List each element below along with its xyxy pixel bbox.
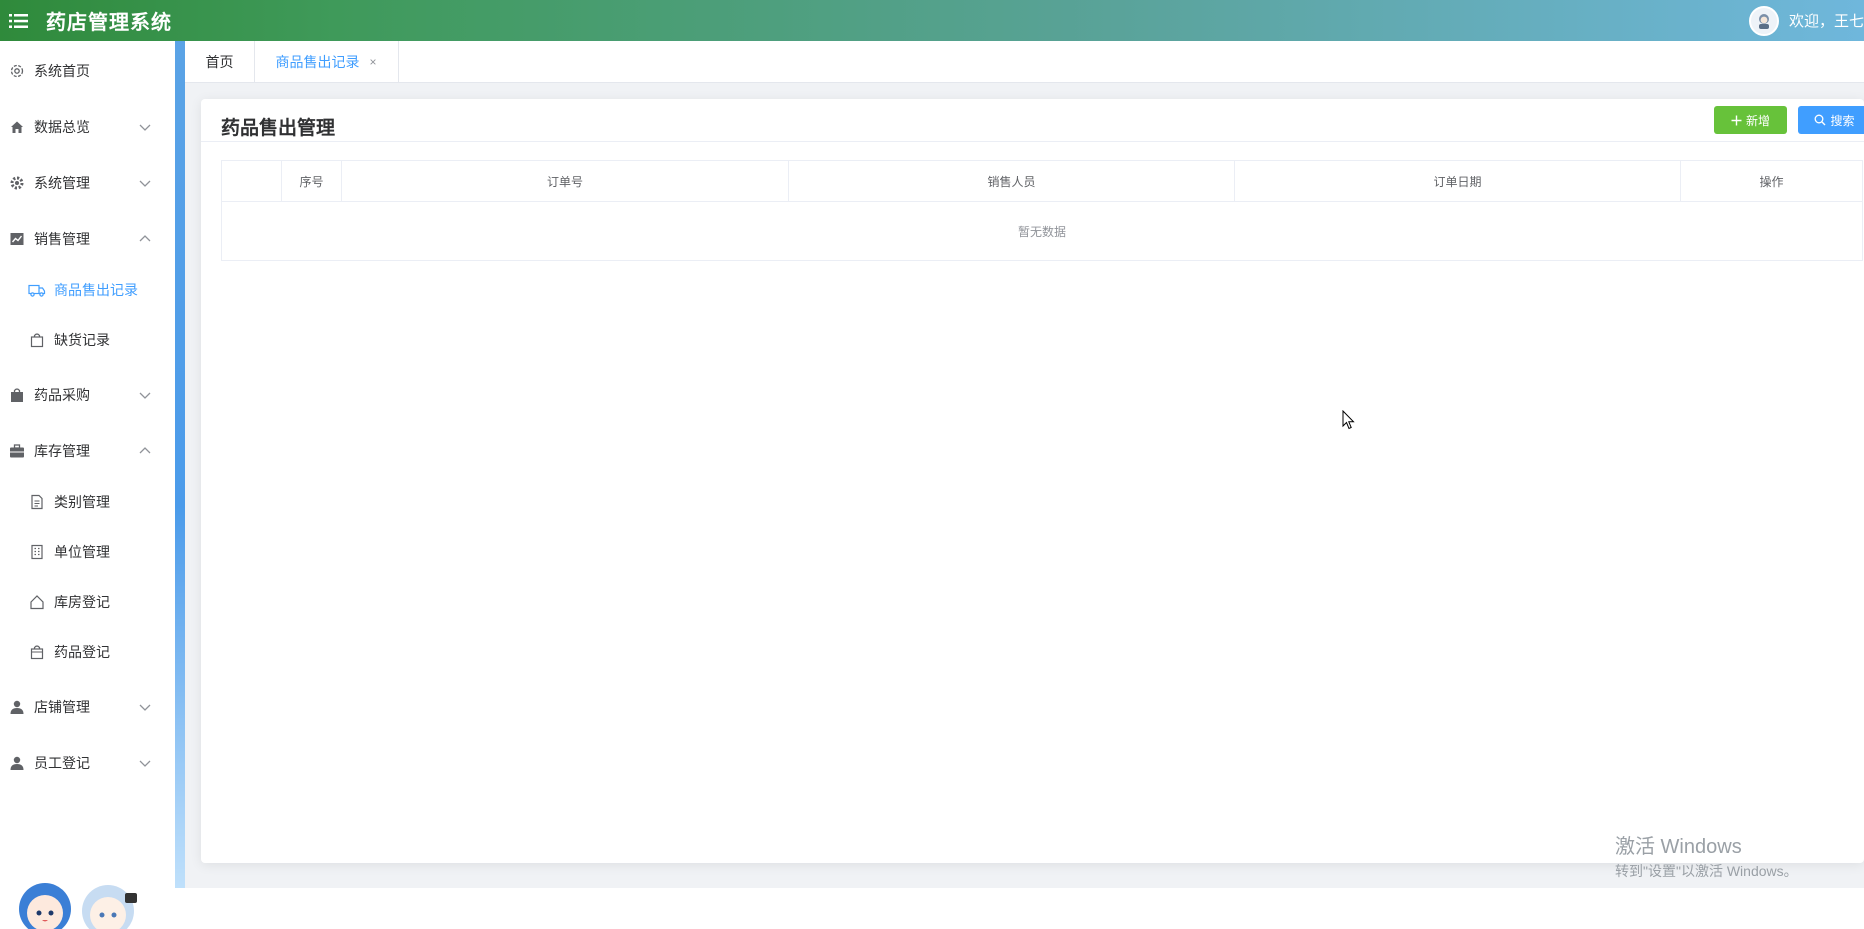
add-button-label: 新增	[1745, 113, 1770, 128]
tab-home-label: 首页	[205, 53, 234, 70]
sidebar-subitem-label: 药品登记	[54, 644, 110, 660]
search-button-label: 搜索	[1830, 113, 1855, 128]
chevron-down-icon	[139, 760, 151, 767]
tab-bar: 首页 商品售出记录 ×	[185, 41, 1864, 83]
user-area[interactable]: 欢迎，王七	[1748, 0, 1864, 41]
shopping-bag-icon	[28, 331, 46, 349]
add-button[interactable]: 新增	[1714, 106, 1787, 134]
sidebar-item-staff-registration[interactable]: 员工登记	[0, 743, 175, 783]
sidebar-subitem-drug-registration[interactable]: 药品登记	[0, 632, 175, 672]
sidebar-subitem-label: 缺货记录	[54, 332, 110, 348]
sidebar-item-label: 系统管理	[34, 175, 90, 191]
empty-state-text: 暂无数据	[1017, 224, 1066, 239]
sidebar-item-data-overview[interactable]: 数据总览	[0, 107, 175, 147]
sales-table: 序号 订单号 销售人员 订单日期 操作 暂无数据	[221, 160, 1863, 261]
sidebar-subitem-sales-records[interactable]: 商品售出记录	[0, 270, 175, 310]
sidebar-edge-strip	[175, 41, 185, 888]
house-icon	[28, 593, 46, 611]
watermark-line2: 转到"设置"以激活 Windows。	[1615, 863, 1798, 879]
building-icon	[28, 543, 46, 561]
chevron-up-icon	[139, 235, 151, 242]
gear-outline-icon	[8, 62, 26, 80]
user-icon	[8, 698, 26, 716]
column-header-salesperson: 销售人员	[789, 161, 1235, 201]
app-title: 药店管理系统	[46, 12, 172, 34]
sidebar-subitem-shortage-records[interactable]: 缺货记录	[0, 320, 175, 360]
truck-icon	[28, 281, 46, 299]
tab-sales-records-label: 商品售出记录	[275, 53, 360, 70]
column-header-index: 序号	[282, 161, 342, 201]
column-header-selection	[222, 161, 282, 201]
sidebar: 系统首页 数据总览 系统管理 销售管理 商品售出记录 缺货记录 药品采购 库存管…	[0, 41, 175, 929]
settings-icon	[8, 174, 26, 192]
welcome-text[interactable]: 欢迎，王七	[1789, 10, 1864, 31]
sidebar-item-label: 员工登记	[34, 755, 90, 771]
sidebar-subitem-label: 单位管理	[54, 544, 110, 560]
chevron-down-icon	[139, 124, 151, 131]
chevron-up-icon	[139, 447, 151, 454]
sidebar-item-label: 数据总览	[34, 119, 90, 135]
plus-icon	[1731, 115, 1742, 126]
bag-icon	[8, 386, 26, 404]
mouse-cursor-icon	[1342, 410, 1355, 430]
column-header-actions: 操作	[1759, 174, 1784, 189]
avatar[interactable]	[1748, 5, 1779, 36]
content-card: 药品售出管理 新增 搜索 序号 订单号 销售人员 订单日期 操作 暂无数据	[201, 99, 1864, 863]
menu-toggle-icon[interactable]	[2, 0, 36, 41]
document-icon	[28, 493, 46, 511]
tab-sales-records[interactable]: 商品售出记录 ×	[254, 41, 399, 82]
tab-home[interactable]: 首页	[185, 41, 255, 82]
sidebar-item-label: 销售管理	[34, 231, 90, 247]
chevron-down-icon	[139, 704, 151, 711]
sidebar-item-system-management[interactable]: 系统管理	[0, 163, 175, 203]
column-header-order-number: 订单号	[342, 161, 789, 201]
sidebar-item-label: 库存管理	[34, 443, 90, 459]
sidebar-item-inventory-management[interactable]: 库存管理	[0, 431, 175, 471]
page-title: 药品售出管理	[221, 118, 336, 139]
sidebar-subitem-warehouse-registration[interactable]: 库房登记	[0, 582, 175, 622]
sidebar-item-sales-management[interactable]: 销售管理	[0, 219, 175, 259]
top-header: 药店管理系统 欢迎，王七	[0, 0, 1864, 41]
sidebar-item-label: 店铺管理	[34, 699, 90, 715]
card-divider	[201, 141, 1864, 142]
bag-icon	[28, 643, 46, 661]
search-button[interactable]: 搜索	[1798, 106, 1864, 134]
home-icon	[8, 118, 26, 136]
chevron-down-icon	[139, 180, 151, 187]
sidebar-item-drug-purchase[interactable]: 药品采购	[0, 375, 175, 415]
watermark-line1: 激活 Windows	[1615, 836, 1742, 858]
sidebar-subitem-unit-management[interactable]: 单位管理	[0, 532, 175, 572]
sidebar-item-label: 系统首页	[34, 63, 90, 79]
table-header-row: 序号 订单号 销售人员 订单日期 操作	[222, 161, 1862, 202]
windows-activation-watermark: 激活 Windows 转到"设置"以激活 Windows。	[1615, 830, 1798, 881]
close-icon[interactable]: ×	[369, 55, 376, 69]
briefcase-icon	[8, 442, 26, 460]
sidebar-subitem-label: 类别管理	[54, 494, 110, 510]
mascot-illustration	[19, 883, 137, 929]
column-header-order-date: 订单日期	[1235, 161, 1681, 201]
chevron-down-icon	[139, 392, 151, 399]
sidebar-subitem-category-management[interactable]: 类别管理	[0, 482, 175, 522]
sidebar-item-label: 药品采购	[34, 387, 90, 403]
user-icon	[8, 754, 26, 772]
sidebar-subitem-label: 库房登记	[54, 594, 110, 610]
chart-icon	[8, 230, 26, 248]
main-area: 首页 商品售出记录 × 药品售出管理 新增 搜索 序号 订单号 销售人员 订单日…	[185, 41, 1864, 888]
sidebar-item-dashboard[interactable]: 系统首页	[0, 51, 175, 91]
sidebar-subitem-label: 商品售出记录	[54, 282, 138, 298]
search-icon	[1814, 114, 1826, 126]
sidebar-item-store-management[interactable]: 店铺管理	[0, 687, 175, 727]
